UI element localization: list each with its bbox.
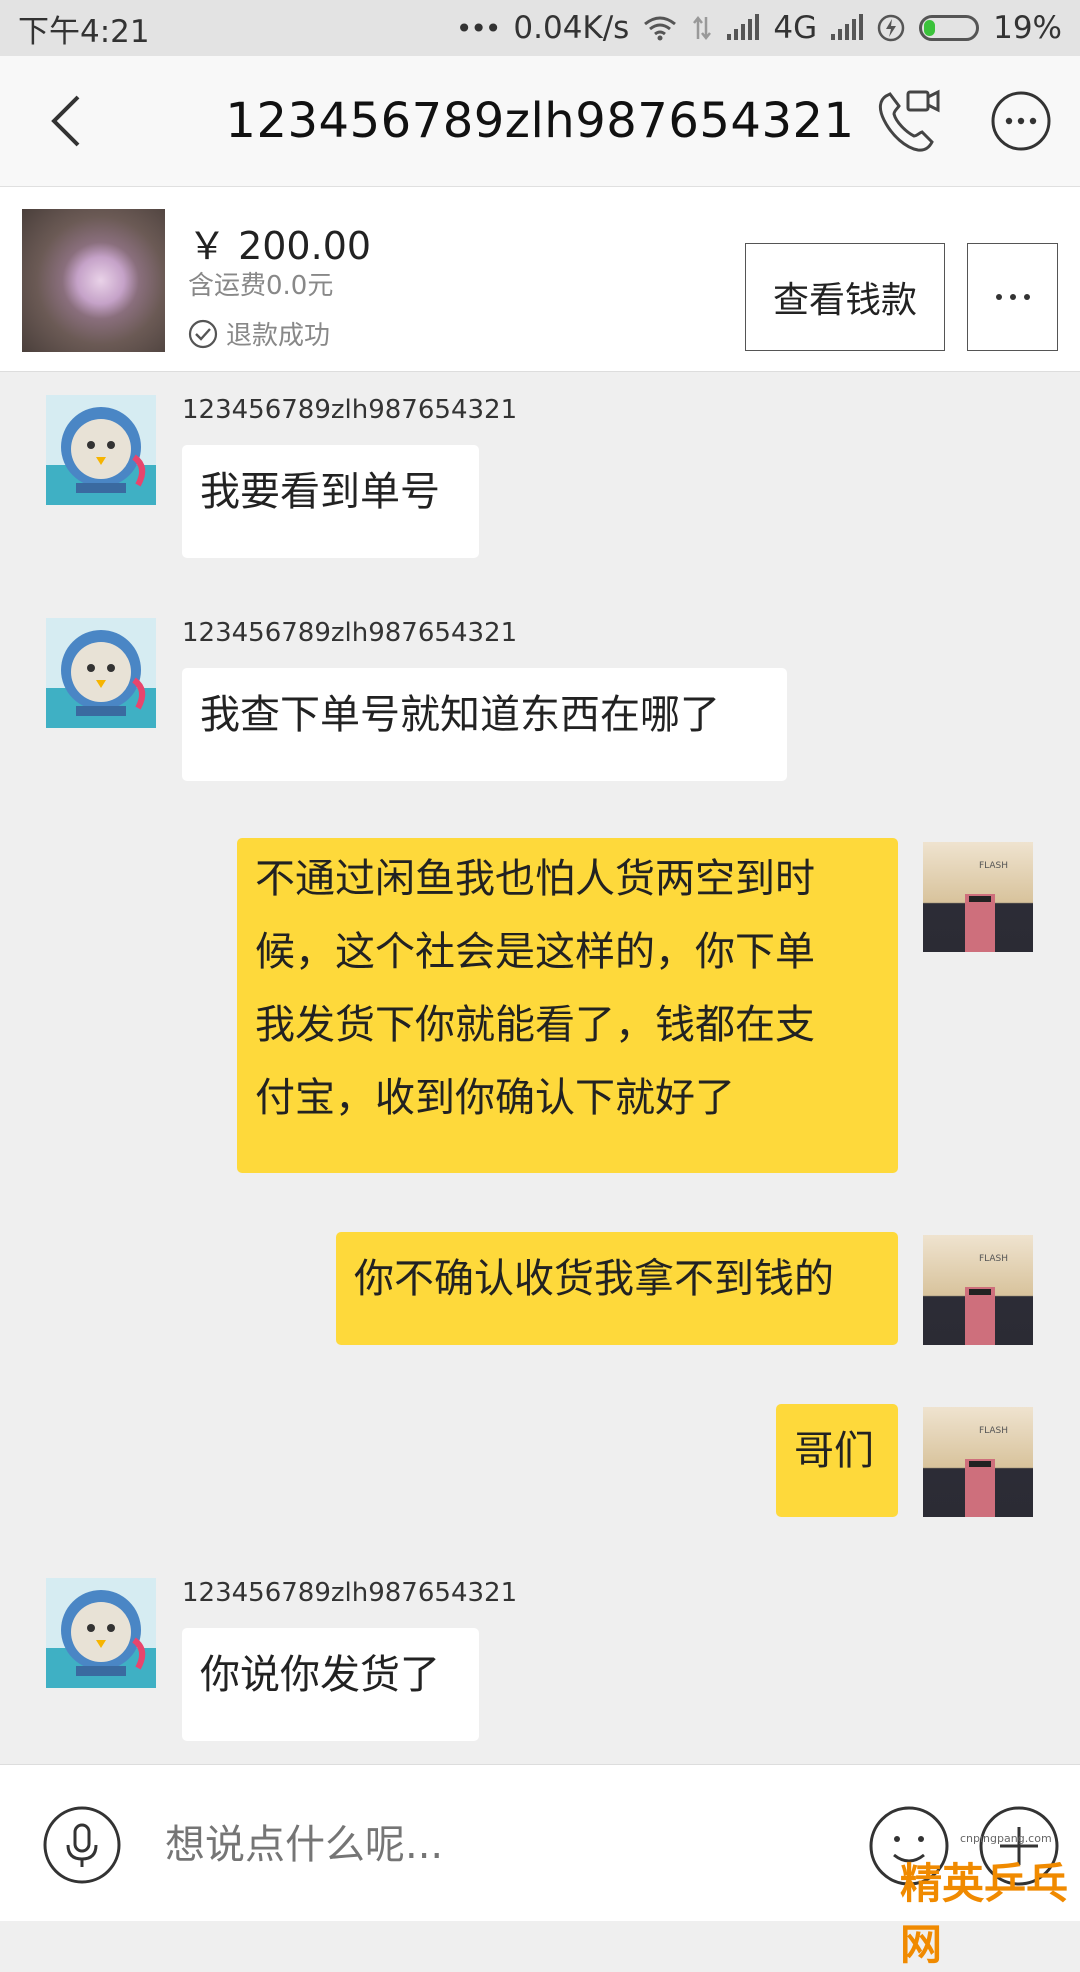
order-status: 退款成功 (188, 315, 330, 352)
chat-header: 123456789zlh987654321 (0, 56, 1080, 187)
check-circle-icon (188, 319, 218, 348)
network-type: 4G (773, 10, 818, 46)
paddle-photo-icon: FLASH (965, 1254, 1008, 1345)
back-button[interactable] (40, 91, 100, 151)
dot-icon (995, 294, 1002, 300)
message-line: 不通过闲鱼我也怕人货两空到时 (255, 856, 815, 902)
voice-input-button[interactable] (42, 1805, 122, 1885)
wifi-icon (644, 16, 677, 41)
avatar[interactable] (46, 618, 156, 728)
watermark-url: cnpingpang.com (960, 1832, 1052, 1845)
battery-percent: 19% (993, 10, 1062, 46)
message-line: 我发货下你就能看了，钱都在支 (255, 1002, 815, 1048)
paddle-photo-icon: FLASH (965, 1426, 1008, 1517)
order-status-text: 退款成功 (226, 321, 331, 351)
network-speed: 0.04K/s (513, 10, 630, 46)
message-bubble[interactable]: 我查下单号就知道东西在哪了 (182, 668, 787, 781)
signal-icon-2 (831, 14, 864, 40)
avatar[interactable] (46, 1578, 156, 1688)
status-time: 下午4:21 (18, 13, 150, 50)
sender-name: 123456789zlh987654321 (182, 395, 518, 425)
data-transfer-icon (693, 15, 712, 41)
message-line: 候，这个社会是这样的，你下单 (255, 929, 815, 975)
svg-text:FLASH: FLASH (979, 1254, 1008, 1264)
site-watermark: cnpingpang.com 精英乒乓网 (890, 1832, 1070, 1969)
message-bubble-own[interactable]: 你不确认收货我拿不到钱的 (336, 1232, 898, 1345)
cat-avatar-icon (46, 1590, 156, 1688)
avatar-self[interactable]: FLASH (923, 842, 1033, 952)
product-image[interactable] (22, 209, 165, 352)
avatar-self[interactable]: FLASH (923, 1407, 1033, 1517)
video-call-button[interactable] (872, 86, 942, 156)
dot-icon (1023, 294, 1030, 300)
cat-avatar-icon (46, 407, 156, 505)
dots-icon: ••• (455, 11, 502, 45)
sender-name: 123456789zlh987654321 (182, 618, 518, 648)
svg-text:FLASH: FLASH (979, 861, 1008, 871)
svg-text:FLASH: FLASH (979, 1426, 1008, 1436)
view-payment-button[interactable]: 查看钱款 (745, 243, 945, 351)
message-bubble-own[interactable]: 哥们 (776, 1404, 898, 1517)
product-card: ￥ 200.00 含运费0.0元 退款成功 查看钱款 (0, 187, 1080, 372)
avatar[interactable] (46, 395, 156, 505)
dot-icon (1009, 294, 1016, 300)
charging-icon (877, 14, 905, 42)
watermark-brand: 精英乒乓网 (900, 1859, 1069, 1969)
product-price: ￥ 200.00 (188, 224, 372, 268)
cat-avatar-icon (46, 630, 156, 728)
avatar-self[interactable]: FLASH (923, 1235, 1033, 1345)
product-more-button[interactable] (967, 243, 1058, 351)
message-line: 付宝，收到你确认下就好了 (255, 1075, 735, 1121)
message-bubble-own[interactable]: 不通过闲鱼我也怕人货两空到时 候，这个社会是这样的，你下单 我发货下你就能看了，… (237, 838, 898, 1173)
battery-icon (919, 15, 980, 41)
message-input[interactable] (165, 1805, 685, 1885)
status-bar: 下午4:21 ••• 0.04K/s 4G 19% (0, 0, 1080, 56)
message-bubble[interactable]: 你说你发货了 (182, 1628, 479, 1741)
shipping-info: 含运费0.0元 (188, 271, 334, 301)
paddle-photo-icon: FLASH (965, 861, 1008, 952)
more-options-button[interactable] (990, 90, 1052, 152)
sender-name: 123456789zlh987654321 (182, 1578, 518, 1608)
message-bubble[interactable]: 我要看到单号 (182, 445, 479, 558)
signal-icon (727, 14, 760, 40)
